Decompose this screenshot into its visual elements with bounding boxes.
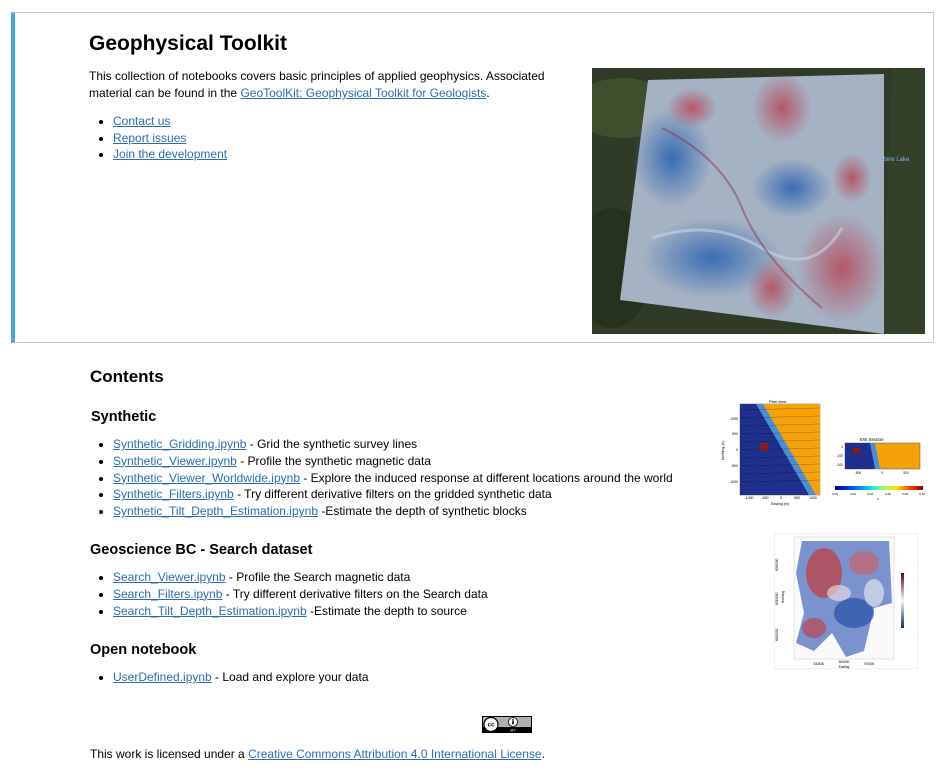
search-ytick: 6030000 [775, 558, 779, 571]
list-item: Synthetic_Tilt_Depth_Estimation.ipynb -E… [113, 503, 673, 520]
license-prefix: This work is licensed under a [90, 747, 249, 761]
search-xtick: 700000 [864, 662, 875, 666]
list-item: Synthetic_Viewer_Worldwide.ipynb - Explo… [113, 470, 673, 487]
plan-xtick: 500 [794, 496, 800, 500]
synthetic-tilt-depth-link[interactable]: Synthetic_Tilt_Depth_Estimation.ipynb [113, 504, 318, 518]
dev-item: Join the development [113, 146, 227, 163]
plan-ytick: -1000 [729, 480, 738, 484]
list-item: Search_Filters.ipynb - Try different der… [113, 586, 488, 603]
list-item: Synthetic_Gridding.ipynb - Grid the synt… [113, 436, 673, 453]
item-description: -Estimate the depth to source [306, 603, 467, 618]
item-description: -Estimate the depth of synthetic blocks [318, 504, 527, 519]
colorbar-tick: 0.08 [902, 492, 908, 496]
colorbar-tick: 0.02 [850, 492, 856, 496]
item-description: - Explore the induced response at differ… [300, 470, 673, 485]
plan-ytick: 1000 [730, 417, 738, 421]
list-item: Synthetic_Viewer.ipynb - Profile the syn… [113, 453, 673, 470]
search-list: Search_Viewer.ipynb - Profile the Search… [90, 569, 488, 619]
search-filters-link[interactable]: Search_Filters.ipynb [113, 587, 222, 601]
plan-xlabel: Easting (m) [771, 502, 789, 506]
search-viewer-link[interactable]: Search_Viewer.ipynb [113, 570, 226, 584]
plan-xtick: 0 [780, 496, 782, 500]
babine-lake-label: Babine Lake [876, 157, 910, 163]
by-text: BY [510, 728, 516, 733]
list-item: Search_Viewer.ipynb - Profile the Search… [113, 569, 488, 586]
list-item: Search_Tilt_Depth_Estimation.ipynb -Esti… [113, 603, 488, 620]
synthetic-list: Synthetic_Gridding.ipynb - Grid the synt… [90, 436, 673, 520]
open-notebook-list: UserDefined.ipynb - Load and explore you… [90, 669, 369, 686]
list-item: UserDefined.ipynb - Load and explore you… [113, 669, 369, 686]
user-defined-link[interactable]: UserDefined.ipynb [113, 670, 212, 684]
ew-section-title: EW Section [860, 437, 884, 442]
contact-item: Contact us [113, 113, 227, 130]
colorbar-tick: 0.04 [867, 492, 873, 496]
list-item: Synthetic_Filters.ipynb - Try different … [113, 486, 673, 503]
plan-view-title: Plan view [769, 399, 786, 404]
section-ytick: -100 [837, 454, 844, 458]
contents-heading: Contents [90, 367, 164, 386]
section-ytick: -200 [837, 463, 844, 467]
search-tilt-depth-link[interactable]: Search_Tilt_Depth_Estimation.ipynb [113, 604, 307, 618]
join-development-link[interactable]: Join the development [113, 147, 227, 161]
report-issues-link[interactable]: Report issues [113, 131, 186, 145]
search-colorbar [901, 573, 904, 628]
search-dataset-heading: Geoscience BC - Search dataset [90, 542, 313, 558]
synthetic-heading: Synthetic [91, 409, 157, 425]
intro-end: . [486, 86, 490, 100]
license-text: This work is licensed under a Creative C… [90, 747, 545, 761]
synthetic-viewer-worldwide-link[interactable]: Synthetic_Viewer_Worldwide.ipynb [113, 471, 300, 485]
search-ylabel: Northing [781, 591, 785, 603]
section-xtick: 0 [881, 471, 883, 475]
cc-by-badge-icon[interactable]: cc BY [482, 716, 532, 733]
plan-ylabel: Northing (m) [721, 441, 725, 460]
ew-section-target [853, 448, 860, 454]
open-notebook-heading: Open notebook [90, 642, 197, 658]
plan-ytick: 500 [732, 432, 738, 436]
synthetic-gridding-link[interactable]: Synthetic_Gridding.ipynb [113, 437, 246, 451]
search-ytick: 6000000 [775, 628, 779, 641]
plan-xtick: 1000 [809, 496, 817, 500]
search-xtick: 632500 [814, 662, 825, 666]
colorbar-tick: 0.00 [832, 492, 838, 496]
item-description: - Try different derivative filters on th… [222, 586, 488, 601]
search-xtick: 664000 [839, 660, 850, 664]
plan-ytick: -500 [731, 464, 738, 468]
cc-text: cc [488, 723, 495, 729]
plan-ytick: 0 [736, 448, 738, 452]
synthetic-filters-link[interactable]: Synthetic_Filters.ipynb [113, 487, 234, 501]
ew-section-left [845, 443, 875, 469]
license-suffix: . [541, 747, 545, 761]
plan-view-target [760, 443, 768, 451]
section-xtick: -500 [855, 471, 862, 475]
intro-paragraph: This collection of notebooks covers basi… [89, 68, 579, 102]
search-dataset-figure: 6030000 6015000 6000000 Northing 632500 … [774, 533, 918, 669]
synthetic-viewer-link[interactable]: Synthetic_Viewer.ipynb [113, 454, 237, 468]
section-xtick: 500 [903, 471, 909, 475]
page-title: Geophysical Toolkit [89, 32, 287, 55]
issues-item: Report issues [113, 130, 227, 147]
colorbar [835, 486, 923, 490]
item-description: - Grid the synthetic survey lines [246, 437, 418, 451]
contact-us-link[interactable]: Contact us [113, 114, 170, 128]
search-xlabel: Easting [839, 665, 850, 669]
magnetic-map-image: Babine Lake [592, 68, 925, 334]
section-ytick: 0 [841, 445, 843, 449]
synthetic-model-figure: Plan view 1000 500 0 -500 -1000 -1000 -5… [720, 398, 930, 510]
colorbar-label: K [877, 497, 879, 501]
search-ytick: 6015000 [775, 592, 779, 605]
geotoolkit-link[interactable]: GeoToolKit: Geophysical Toolkit for Geol… [240, 86, 486, 100]
colorbar-tick: 0.06 [885, 492, 891, 496]
plan-xtick: -500 [761, 496, 768, 500]
license-link[interactable]: Creative Commons Attribution 4.0 Interna… [248, 747, 542, 761]
colorbar-tick: 0.10 [919, 492, 925, 496]
item-description: - Profile the synthetic magnetic data [236, 453, 431, 468]
item-description: - Profile the Search magnetic data [225, 570, 411, 584]
plan-xtick: -1000 [745, 496, 754, 500]
item-description: - Try different derivative filters on th… [233, 487, 552, 502]
item-description: - Load and explore your data [211, 670, 369, 684]
header-links: Contact us Report issues Join the develo… [89, 113, 227, 163]
